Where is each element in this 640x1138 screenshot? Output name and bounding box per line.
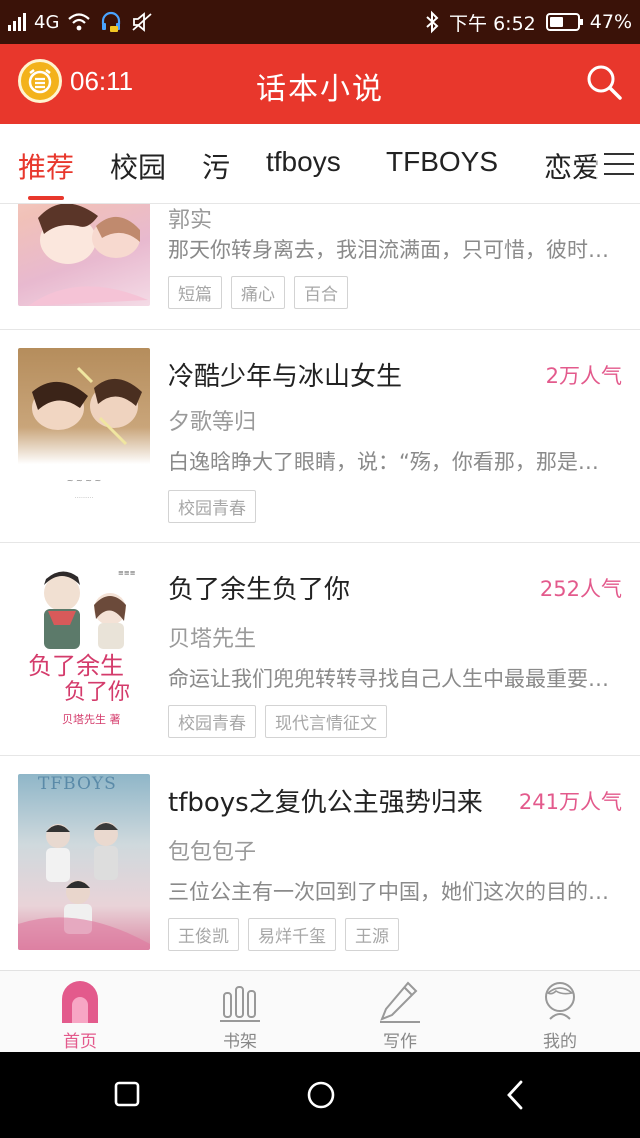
story-description: 那天你转身离去，我泪流满面，只可惜，彼时的你再也看不见	[168, 238, 613, 262]
story-tags: 校园青春 现代言情征文	[168, 705, 387, 738]
story-tag[interactable]: 校园青春	[168, 705, 256, 738]
cover-text: 负了你	[64, 680, 131, 705]
system-navigation-bar	[0, 1052, 640, 1138]
nav-label: 我的	[543, 1032, 577, 1052]
story-tag[interactable]: 易烊千玺	[248, 918, 336, 951]
category-menu-button[interactable]	[596, 124, 640, 203]
back-button[interactable]	[503, 1078, 527, 1112]
svg-text:..........: ..........	[74, 493, 93, 500]
story-item[interactable]: TFBOYS tfboys之复仇公主强势归来 241万人气 包包包子 三位公主有…	[0, 756, 640, 970]
tab-recommended[interactable]: 推荐	[18, 146, 74, 186]
search-icon	[587, 65, 622, 100]
tab-wu[interactable]: 污	[202, 146, 230, 186]
headset-icon	[102, 11, 121, 32]
bottom-navigation: 首页 书架 写作 我的	[0, 970, 640, 1052]
pen-icon	[380, 981, 420, 1023]
tab-tfboys-upper[interactable]: TFBOYS	[386, 146, 498, 178]
clock: 下午 6:52	[449, 12, 536, 35]
bluetooth-icon	[426, 10, 439, 34]
wifi-icon	[68, 13, 91, 31]
nav-label: 写作	[383, 1032, 417, 1052]
story-description: 三位公主有一次回到了中国，她们这次的目的是复仇	[168, 880, 613, 904]
story-description: 命运让我们兜兜转转寻找自己人生中最最重要的那个人	[168, 667, 613, 691]
cover-text: 负了余生	[28, 652, 124, 680]
battery-percent: 47%	[589, 11, 632, 33]
nav-label: 首页	[63, 1032, 97, 1052]
story-author: 夕歌等归	[168, 410, 257, 435]
story-tag[interactable]: 校园青春	[168, 490, 256, 523]
category-tabs: 推荐 校园 污 tfboys TFBOYS 恋爱	[0, 124, 640, 204]
story-popularity: 2万人气	[545, 364, 622, 388]
story-item[interactable]: ≡≡≡ 负了余生 负了你 贝塔先生 著 负了余生负了你 252人气 贝塔先生 命…	[0, 543, 640, 756]
story-item[interactable]: 郭实 那天你转身离去，我泪流满面，只可惜，彼时的你再也看不见 短篇 痛心 百合	[0, 204, 640, 330]
story-tag[interactable]: 短篇	[168, 276, 222, 309]
svg-text:~ ~ ~ ~: ~ ~ ~ ~	[67, 476, 101, 485]
story-tags: 短篇 痛心 百合	[168, 276, 348, 309]
battery-icon	[545, 13, 583, 31]
nav-home[interactable]: 首页	[0, 971, 160, 1053]
story-list: 郭实 那天你转身离去，我泪流满面，只可惜，彼时的你再也看不见 短篇 痛心 百合 …	[0, 204, 640, 970]
svg-text:≡≡≡: ≡≡≡	[118, 569, 136, 577]
app-header: 06:11 话本小说	[0, 44, 640, 124]
cover-text: 贝塔先生 著	[62, 713, 121, 726]
story-description: 白逸晗睁大了眼睛，说：“殇，你看那，那是什么”	[168, 450, 613, 474]
cover-text: TFBOYS	[38, 774, 117, 794]
story-tag[interactable]: 现代言情征文	[265, 705, 387, 738]
story-tag[interactable]: 王源	[345, 918, 399, 951]
bookshelf-icon	[220, 986, 260, 1022]
home-icon	[62, 981, 98, 1023]
story-title: 冷酷少年与冰山女生	[168, 362, 403, 392]
page-title: 话本小说	[256, 72, 384, 107]
active-tab-indicator	[28, 196, 64, 200]
story-title: tfboys之复仇公主强势归来	[168, 788, 483, 818]
story-tags: 王俊凯 易烊千玺 王源	[168, 918, 399, 951]
story-item[interactable]: ~ ~ ~ ~.......... 冷酷少年与冰山女生 2万人气 夕歌等归 白逸…	[0, 330, 640, 543]
home-button[interactable]	[304, 1078, 338, 1112]
story-popularity: 241万人气	[518, 790, 622, 814]
mute-icon	[132, 12, 153, 32]
story-tags: 校园青春	[168, 490, 256, 523]
story-tag[interactable]: 百合	[294, 276, 348, 309]
nav-profile[interactable]: 我的	[480, 971, 640, 1053]
story-title: 负了余生负了你	[168, 575, 351, 605]
nav-bookshelf[interactable]: 书架	[160, 971, 320, 1053]
story-cover-image	[18, 204, 150, 306]
story-cover-image: ≡≡≡ 负了余生 负了你 贝塔先生 著	[18, 561, 150, 737]
signal-icon	[8, 13, 26, 31]
profile-icon	[545, 982, 575, 1020]
story-popularity: 252人气	[539, 577, 622, 601]
story-author: 包包包子	[168, 840, 257, 865]
tab-tfboys-lower[interactable]: tfboys	[266, 146, 341, 178]
recent-apps-button[interactable]	[113, 1078, 141, 1112]
story-tag[interactable]: 王俊凯	[168, 918, 239, 951]
tab-campus[interactable]: 校园	[110, 146, 166, 186]
tab-romance[interactable]: 恋爱	[544, 146, 600, 186]
story-author: 贝塔先生	[168, 627, 257, 652]
story-cover-image: ~ ~ ~ ~..........	[18, 348, 150, 524]
nav-write[interactable]: 写作	[320, 971, 480, 1053]
story-author: 郭实	[168, 208, 213, 233]
story-tag[interactable]: 痛心	[231, 276, 285, 309]
nav-label: 书架	[223, 1032, 257, 1052]
search-button[interactable]	[584, 62, 624, 102]
network-type: 4G	[34, 11, 60, 33]
status-bar: 4G 下午 6:52 47%	[0, 0, 640, 44]
story-cover-image: TFBOYS	[18, 774, 150, 950]
